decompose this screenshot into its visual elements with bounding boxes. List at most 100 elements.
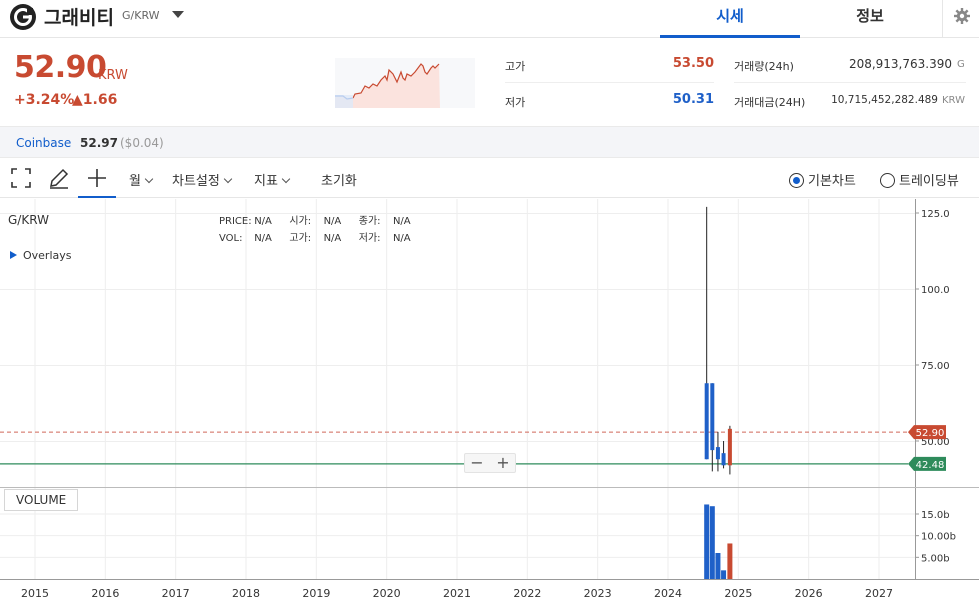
candle-body: [721, 453, 726, 466]
candle-body: [704, 383, 709, 460]
pair-dropdown-icon[interactable]: [172, 11, 184, 18]
chevron-down-icon: [223, 174, 233, 184]
low-label: 저가: [505, 96, 526, 109]
ohlc-price-value: N/A: [254, 216, 272, 227]
x-tick-label: 2016: [91, 587, 119, 600]
x-tick-label: 2017: [162, 587, 190, 600]
change-percent: +3.24%: [14, 92, 75, 108]
volume-bar: [727, 543, 733, 579]
reset-button[interactable]: 초기화: [321, 170, 357, 189]
pair-label: G/KRW: [122, 9, 160, 22]
zoom-out-button[interactable]: −: [468, 453, 486, 472]
ohlc-price-label: PRICE:: [219, 216, 252, 227]
x-tick-label: 2025: [724, 587, 752, 600]
indicators-select[interactable]: 지표: [254, 170, 291, 189]
high-value: 53.50: [672, 56, 714, 71]
pencil-icon: [50, 168, 69, 189]
current-price-tag-label: 52.90: [916, 428, 945, 439]
chart-settings-label: 차트설정: [172, 174, 220, 189]
period-select[interactable]: 월: [129, 170, 154, 189]
x-tick-label: 2022: [513, 587, 541, 600]
coin-name: 그래비티: [44, 7, 114, 29]
chart-settings-select[interactable]: 차트설정: [172, 170, 233, 189]
top-header: 그래비티 G/KRW 시세 정보: [0, 0, 979, 38]
stat-divider: [505, 82, 714, 83]
volume-tick-label: 10.00b: [921, 532, 956, 543]
tab-quote[interactable]: 시세: [660, 0, 800, 38]
volume-bar: [709, 506, 715, 579]
price-chart[interactable]: 2015 2016 2017 2018 2019 2020 2021 2022 2023 2024…: [0, 199, 979, 607]
overlays-toggle[interactable]: Overlays: [10, 249, 72, 262]
exchange-name[interactable]: Coinbase: [16, 136, 71, 150]
x-tick-label: 2020: [373, 587, 401, 600]
ohlc-vol-label: VOL:: [219, 233, 243, 244]
price-unit: KRW: [98, 68, 128, 83]
stat-divider: [734, 82, 966, 83]
x-tick-label: 2021: [443, 587, 471, 600]
tab-info[interactable]: 정보: [800, 0, 940, 38]
x-tick-label: 2023: [584, 587, 612, 600]
ohlc-vol-value: N/A: [254, 233, 272, 244]
zoom-in-button[interactable]: +: [494, 453, 512, 472]
y-tick-label: 75.00: [921, 361, 950, 372]
volume-bar: [721, 570, 727, 579]
volume-tick-label: 5.00b: [921, 553, 950, 564]
radio-unselected-icon: [880, 173, 895, 188]
crosshair-button[interactable]: [78, 158, 116, 198]
radio-selected-icon: [789, 173, 804, 188]
ohlc-open-label: 시가:: [289, 216, 312, 227]
amount-unit: KRW: [942, 95, 965, 106]
amount-value: 10,715,452,282.489: [831, 94, 938, 106]
period-label: 월: [129, 174, 141, 189]
y-tick-label: 125.0: [921, 209, 950, 220]
volume-unit: G: [957, 59, 965, 70]
radio-trading-label: 트레이딩뷰: [899, 174, 959, 189]
ohlc-close-label: 종가:: [358, 216, 381, 227]
ohlc-low-label: 저가:: [358, 233, 381, 244]
candlestick-chart: 2015 2016 2017 2018 2019 2020 2021 2022 2023 2024…: [0, 199, 979, 600]
overlays-label: Overlays: [23, 249, 72, 262]
chevron-down-icon: [281, 174, 291, 184]
ohlc-open-value: N/A: [323, 216, 342, 227]
settings-button[interactable]: [942, 0, 979, 38]
ohlc-readout: PRICE: N/A 시가: N/A 종가: N/A VOL: N/A 고가: …: [219, 213, 411, 247]
candle-body: [715, 447, 720, 460]
volume-value: 208,913,763.390: [848, 57, 952, 71]
ohlc-low-value: N/A: [392, 233, 411, 244]
high-label: 고가: [505, 60, 526, 73]
indicators-label: 지표: [254, 174, 278, 189]
x-tick-label: 2015: [21, 587, 49, 600]
y-tick-label: 100.0: [921, 285, 950, 296]
crosshair-icon: [88, 169, 106, 187]
x-tick-label: 2024: [654, 587, 682, 600]
volume-tick-label: 15.0b: [921, 510, 950, 521]
candle-body: [727, 428, 732, 466]
volume-button[interactable]: VOLUME: [4, 489, 79, 511]
x-tick-label: 2026: [795, 587, 823, 600]
exchange-bar: Coinbase 52.97 ($0.04): [0, 126, 979, 158]
chart-symbol: G/KRW: [8, 213, 49, 227]
ohlc-close-value: N/A: [392, 216, 411, 227]
fullscreen-button[interactable]: [8, 158, 36, 198]
gear-icon: [954, 8, 970, 24]
fullscreen-icon: [11, 168, 31, 188]
play-triangle-icon: [10, 251, 17, 259]
volume-label: 거래량(24h): [734, 60, 794, 73]
chart-toolbar: 월 차트설정 지표 초기화 기본차트 트레이딩뷰: [0, 158, 979, 198]
ticker-panel: 52.90 KRW +3.24% ▲1.66 고가 53.50 저가 50.31…: [0, 38, 979, 126]
chevron-down-icon: [144, 174, 154, 184]
draw-button[interactable]: [44, 158, 72, 198]
volume-bar: [704, 504, 710, 579]
volume-bar: [715, 553, 721, 579]
exchange-price: 52.97: [80, 136, 118, 150]
change-amount: ▲1.66: [72, 92, 118, 108]
candle-body: [710, 383, 715, 451]
support-price-tag-label: 42.48: [916, 460, 945, 471]
radio-basic-label: 기본차트: [808, 174, 856, 189]
sparkline-chart: [335, 58, 475, 108]
current-price: 52.90: [14, 50, 107, 85]
x-tick-label: 2018: [232, 587, 260, 600]
ohlc-high-value: N/A: [323, 233, 342, 244]
radio-basic-chart[interactable]: 기본차트: [789, 170, 856, 189]
radio-tradingview[interactable]: 트레이딩뷰: [880, 170, 959, 189]
